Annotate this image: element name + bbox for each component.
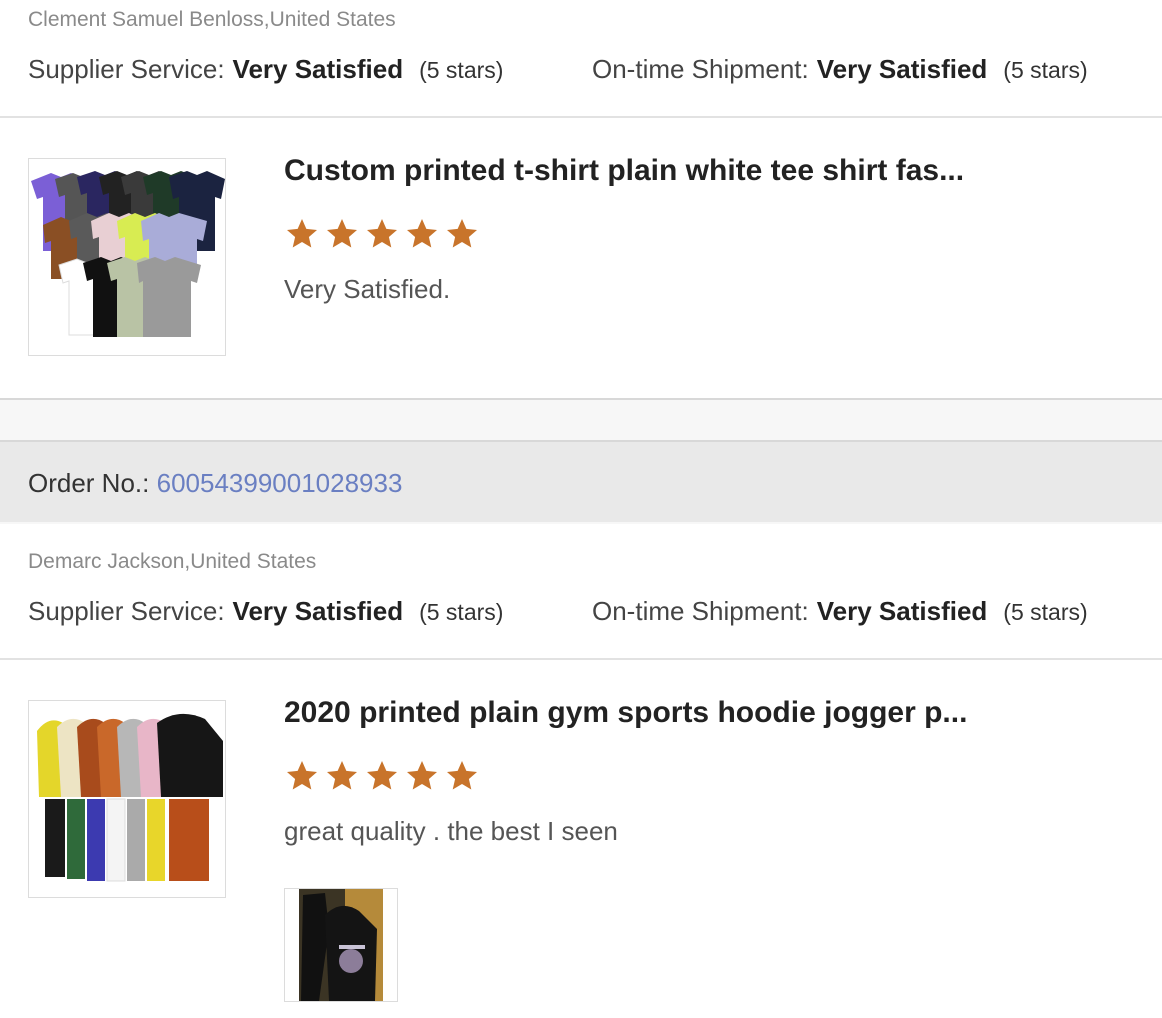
supplier-service-stars: (5 stars) [419, 599, 504, 625]
star-icon [407, 219, 437, 248]
tshirts-image [31, 171, 225, 337]
star-icon [327, 761, 357, 790]
star-icon [447, 219, 477, 248]
star-icon [407, 761, 437, 790]
review-comment: Very Satisfied. [284, 274, 451, 304]
shipment-stars: (5 stars) [1003, 599, 1088, 625]
shipment-rating: On-time Shipment: Very Satisfied (5 stars) [592, 54, 1088, 85]
shipment-value: Very Satisfied [816, 596, 988, 626]
hoodie-jogger-image [37, 713, 223, 882]
product-title[interactable]: 2020 printed plain gym sports hoodie jog… [284, 696, 967, 730]
reviewer-name: Demarc Jackson,United States [28, 550, 317, 573]
order-number-row: Order No.: 60054399001028933 [28, 468, 402, 499]
shipment-value: Very Satisfied [816, 54, 988, 84]
product-thumbnail[interactable] [28, 158, 226, 356]
supplier-service-rating: Supplier Service: Very Satisfied (5 stars) [28, 596, 503, 627]
divider [0, 116, 1162, 118]
star-icon [327, 219, 357, 248]
shipment-rating: On-time Shipment: Very Satisfied (5 stars) [592, 596, 1088, 627]
supplier-service-rating: Supplier Service: Very Satisfied (5 stars) [28, 54, 503, 85]
review-photo-image [299, 889, 383, 1001]
star-icon [367, 761, 397, 790]
reviewer-name: Clement Samuel Benloss,United States [28, 8, 396, 31]
divider [0, 658, 1162, 660]
review-photo[interactable] [284, 888, 398, 1002]
rating-stars [284, 758, 480, 794]
product-thumbnail[interactable] [28, 700, 226, 898]
shipment-label: On-time Shipment: [592, 596, 809, 626]
order-label: Order No.: [28, 468, 150, 498]
supplier-service-stars: (5 stars) [419, 57, 504, 83]
star-icon [367, 219, 397, 248]
review-comment: great quality . the best I seen [284, 816, 618, 846]
product-title[interactable]: Custom printed t-shirt plain white tee s… [284, 154, 964, 188]
supplier-service-label: Supplier Service: [28, 54, 225, 84]
shipment-stars: (5 stars) [1003, 57, 1088, 83]
star-icon [447, 761, 477, 790]
supplier-service-label: Supplier Service: [28, 596, 225, 626]
supplier-service-value: Very Satisfied [232, 596, 404, 626]
order-bar: Order No.: 60054399001028933 [0, 440, 1162, 522]
rating-stars [284, 216, 480, 252]
star-icon [287, 219, 317, 248]
order-number-link[interactable]: 60054399001028933 [157, 468, 403, 498]
star-icon [287, 761, 317, 790]
supplier-service-value: Very Satisfied [232, 54, 404, 84]
shipment-label: On-time Shipment: [592, 54, 809, 84]
